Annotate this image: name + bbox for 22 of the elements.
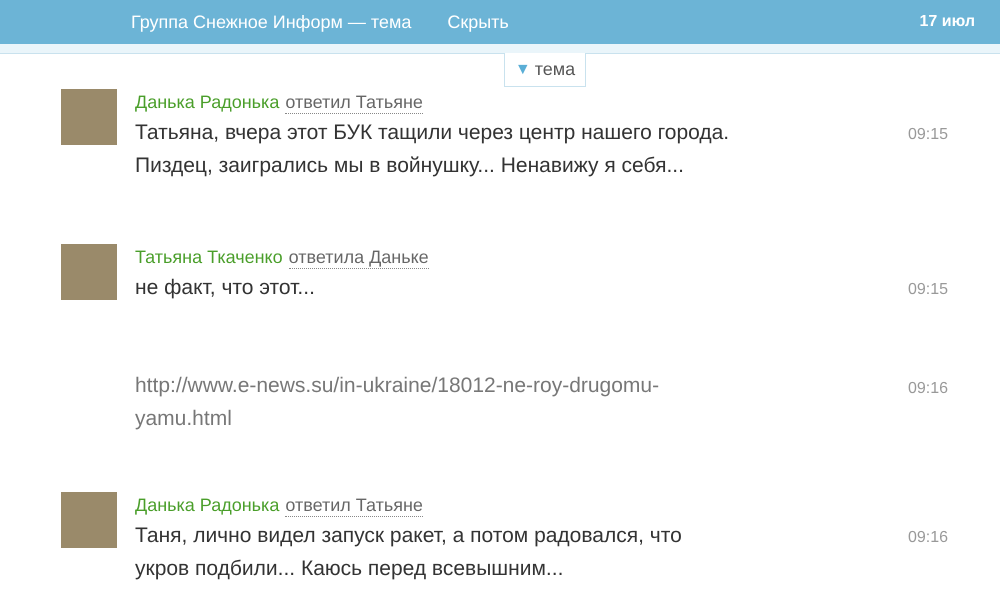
message-time: 09:15	[908, 126, 948, 143]
reply-link[interactable]: ответила Даньке	[288, 246, 429, 269]
avatar-placeholder[interactable]	[61, 244, 117, 300]
header-title: Группа Снежное Информ — тема	[131, 10, 412, 34]
avatar-placeholder[interactable]	[61, 89, 117, 145]
toggle-icon: ▼	[514, 58, 531, 82]
message-text: не факт, что этот...	[135, 275, 316, 301]
message-time: 09:16	[908, 529, 948, 546]
reply-link[interactable]: ответил Татьяне	[285, 91, 423, 114]
avatar-placeholder[interactable]	[61, 492, 117, 548]
author-link[interactable]: Данька Радонька	[135, 89, 280, 115]
message-time: 09:16	[908, 380, 948, 397]
message-link[interactable]: http://www.e-news.su/in-ukraine/18012-ne-roy-drugomu- yamu.html	[135, 369, 888, 435]
message-time: 09:15	[908, 281, 948, 298]
message-text: Татьяна, вчера этот БУК тащили через центр нашего города. Пиздец, заигрались мы в войнушку... Ненавижу я себя...	[135, 120, 730, 179]
author-link[interactable]: Данька Радонька	[135, 492, 280, 518]
header-date: 17 июл	[919, 12, 975, 32]
hide-link[interactable]: Скрыть	[447, 8, 509, 36]
reply-link[interactable]: ответил Татьяне	[285, 494, 423, 517]
message-text: Таня, лично видел запуск ракет, а потом радовался, что укров подбили... Каюсь перед всевышним...	[135, 523, 683, 582]
author-link[interactable]: Татьяна Ткаченко	[135, 244, 283, 270]
topic-tab[interactable]: ▼ тема	[504, 53, 586, 87]
